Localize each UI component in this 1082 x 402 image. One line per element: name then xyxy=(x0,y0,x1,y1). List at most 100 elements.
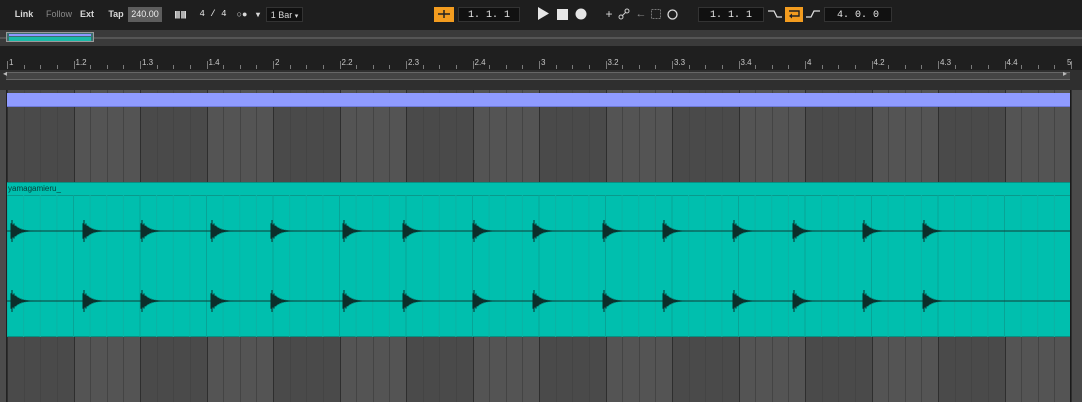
overview-viewport[interactable] xyxy=(6,32,94,42)
ruler-minor-tick xyxy=(1021,65,1023,69)
loop-end-marker-icon[interactable]: ▸ xyxy=(1063,69,1067,78)
ruler-minor-tick xyxy=(788,65,790,69)
stop-icon[interactable] xyxy=(555,7,569,22)
waveform-transient xyxy=(792,220,824,242)
link-button[interactable]: Link xyxy=(12,7,36,22)
waveform-transient xyxy=(270,290,302,312)
ruler-tick xyxy=(1004,61,1006,69)
ruler-tick xyxy=(273,61,274,69)
back-icon[interactable]: ← xyxy=(634,7,648,22)
ruler-tick xyxy=(7,61,8,69)
clip-name: yamagamieru_ xyxy=(8,184,61,193)
record-icon[interactable] xyxy=(573,7,589,22)
ruler-minor-tick xyxy=(755,65,757,69)
ruler-label: 5 xyxy=(1067,58,1072,67)
ruler-minor-tick xyxy=(23,65,25,69)
ruler-minor-tick xyxy=(1054,65,1056,69)
punch-icon[interactable] xyxy=(650,7,662,22)
loop-icon[interactable] xyxy=(785,7,803,22)
ruler-minor-tick xyxy=(971,65,973,69)
play-icon[interactable] xyxy=(535,7,551,22)
ruler-label: 3.3 xyxy=(674,58,686,67)
ruler-label: 4 xyxy=(807,58,812,67)
ruler-tick xyxy=(140,61,141,69)
waveform-transient xyxy=(792,290,824,312)
ruler-tick xyxy=(871,61,873,69)
ruler-label: 2.2 xyxy=(341,58,353,67)
ruler-minor-tick xyxy=(239,65,241,69)
waveform-transient xyxy=(732,220,764,242)
chevron-down-icon[interactable]: ▾ xyxy=(253,7,263,22)
ruler-minor-tick xyxy=(921,65,923,69)
ruler-minor-tick xyxy=(622,65,624,69)
waveform-transient xyxy=(342,220,374,242)
punch-out-icon[interactable] xyxy=(805,7,821,22)
loop-start-field[interactable]: 1. 1. 1 xyxy=(698,7,764,22)
nudge-icon[interactable]: |||| |||| xyxy=(165,7,195,22)
ruler-label: 3.4 xyxy=(740,58,752,67)
waveform-transient xyxy=(210,220,242,242)
ruler-label: 2 xyxy=(275,58,280,67)
ruler-tick xyxy=(472,61,474,69)
audio-clip[interactable]: yamagamieru_ xyxy=(7,182,1070,337)
lane-strip[interactable] xyxy=(7,93,1070,107)
overview-lane xyxy=(9,34,91,36)
tap-button[interactable]: Tap xyxy=(106,7,126,22)
loop-length-field[interactable]: 4. 0. 0 xyxy=(824,7,892,22)
ruler-minor-tick xyxy=(256,65,258,69)
ruler-minor-tick xyxy=(356,65,358,69)
circle-icon[interactable] xyxy=(665,7,679,22)
waveform-transient xyxy=(10,220,42,242)
waveform-transient xyxy=(402,220,434,242)
time-signature-field[interactable]: 4 / 4 xyxy=(199,7,227,22)
waveform-transient xyxy=(472,290,504,312)
transport-bar: Link Follow Ext Tap 240.00 |||| |||| 4 /… xyxy=(0,0,1082,30)
ruler-minor-tick xyxy=(389,65,391,69)
waveform xyxy=(7,195,1070,337)
ruler-minor-tick xyxy=(655,65,657,69)
ruler-minor-tick xyxy=(1037,65,1039,69)
ruler-tick xyxy=(406,61,407,69)
ext-button[interactable]: Ext xyxy=(78,7,96,22)
waveform-transient xyxy=(402,290,434,312)
ruler-label: 1 xyxy=(9,58,14,67)
metronome-icon[interactable]: ○● xyxy=(233,7,251,22)
ruler-tick xyxy=(672,61,673,69)
loop-brace[interactable] xyxy=(6,72,1070,80)
ruler-minor-tick xyxy=(505,65,507,69)
ruler-minor-tick xyxy=(688,65,690,69)
beat-time-ruler[interactable]: ◂ ▸ 1 1.2 1.3 1.4 2 2.2 2.3 2.4 3 3.2 3.3 3.4 4 4.2 4.… xyxy=(0,46,1082,90)
waveform-transient xyxy=(140,290,172,312)
ruler-tick xyxy=(605,61,607,69)
quantization-select[interactable]: 1 Bar ▾ xyxy=(266,7,303,22)
ruler-minor-tick xyxy=(954,65,956,69)
track-area[interactable]: yamagamieru_ xyxy=(0,90,1082,402)
ruler-minor-tick xyxy=(422,65,424,69)
waveform-transient xyxy=(210,290,242,312)
ruler-minor-tick xyxy=(572,65,574,69)
automation-icon[interactable] xyxy=(617,7,631,22)
add-icon[interactable]: + xyxy=(603,7,615,22)
loop-start-marker-icon[interactable]: ◂ xyxy=(3,69,7,78)
ruler-minor-tick xyxy=(90,65,92,69)
ruler-label: 1.3 xyxy=(142,58,154,67)
arrangement-position-field[interactable]: 1. 1. 1 xyxy=(458,7,520,22)
ruler-minor-tick xyxy=(455,65,457,69)
ruler-label: 2.4 xyxy=(474,58,486,67)
punch-in-icon[interactable] xyxy=(767,7,783,22)
ruler-minor-tick xyxy=(987,65,989,69)
overview-clip xyxy=(9,37,91,41)
ruler-label: 1.4 xyxy=(208,58,220,67)
waveform-transient xyxy=(342,290,374,312)
waveform-transient xyxy=(602,220,634,242)
ruler-minor-tick xyxy=(189,65,191,69)
waveform-transient xyxy=(472,220,504,242)
ruler-minor-tick xyxy=(40,65,42,69)
tempo-field[interactable]: 240.00 xyxy=(128,7,162,22)
ruler-minor-tick xyxy=(771,65,773,69)
follow-button[interactable]: Follow xyxy=(44,7,74,22)
draw-mode-icon[interactable] xyxy=(434,7,454,22)
arrangement-overview[interactable] xyxy=(0,30,1082,46)
ruler-minor-tick xyxy=(156,65,158,69)
ruler-minor-tick xyxy=(721,65,723,69)
